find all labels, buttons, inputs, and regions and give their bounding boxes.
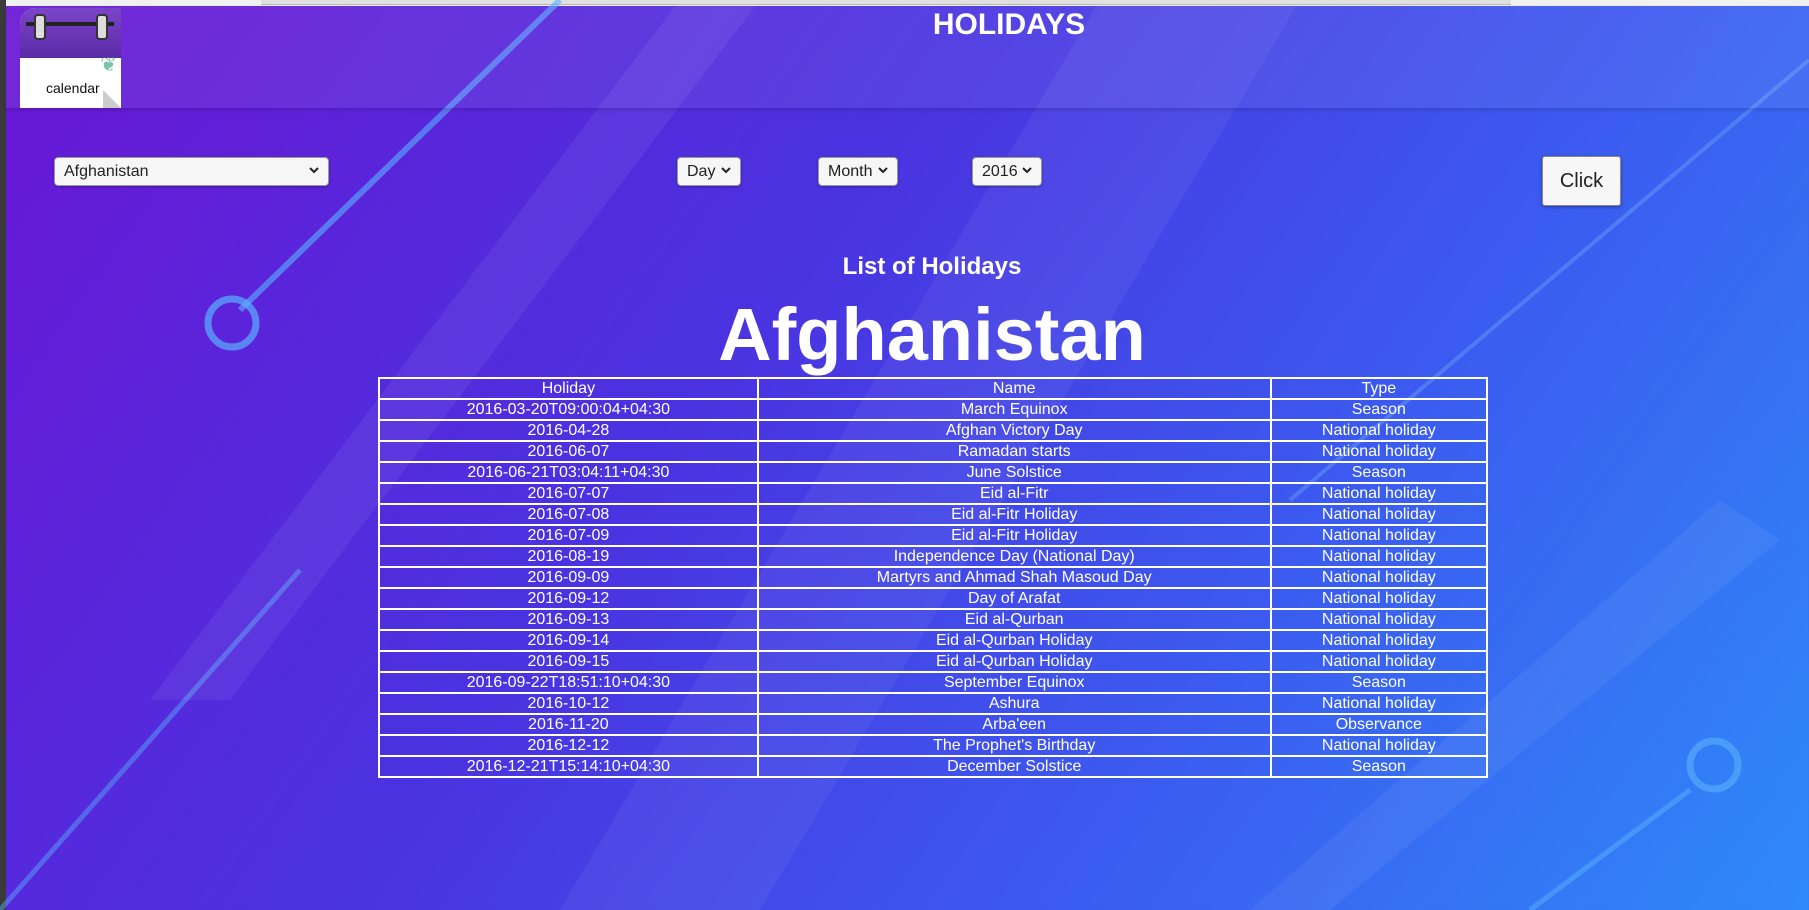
table-row: 2016-12-12 The Prophet's Birthday National… [378,734,1489,757]
holiday-date-cell: 2016-09-13 [378,608,759,631]
month-select[interactable]: Month [818,157,898,186]
holiday-type-cell: National holiday [1269,545,1489,568]
holiday-date-cell: 2016-12-12 [378,734,759,757]
holiday-name-cell: Day of Arafat [756,587,1272,610]
holiday-type-cell: National holiday [1269,566,1489,589]
holiday-type-cell: Observance [1269,713,1489,736]
holiday-date-cell: 2016-11-20 [378,713,759,736]
holiday-type-cell: Season [1269,461,1489,484]
holiday-type-cell: National holiday [1269,629,1489,652]
holiday-date-cell: 2016-09-14 [378,629,759,652]
chevron-down-icon [309,167,319,174]
holiday-type-cell: Season [1269,671,1489,694]
table-row: 2016-09-12 Day of Arafat National holiday [378,587,1489,610]
logo-page-curl [103,90,121,108]
holiday-name-cell: June Solstice [756,461,1272,484]
country-select-value: Afghanistan [64,163,149,180]
holiday-date-cell: 2016-04-28 [378,419,759,442]
holiday-name-cell: Ashura [756,692,1272,715]
table-row: 2016-06-07 Ramadan starts National holiday [378,440,1489,463]
year-select[interactable]: 2016 [972,157,1042,186]
holiday-name-cell: September Equinox [756,671,1272,694]
day-select[interactable]: Day [677,157,741,186]
table-row: 2016-11-20 Arba'een Observance [378,713,1489,736]
holiday-type-cell: Season [1269,398,1489,421]
holiday-name-cell: Arba'een [756,713,1272,736]
table-row: 2016-09-09 Martyrs and Ahmad Shah Masoud … [378,566,1489,589]
chevron-down-icon [878,167,888,174]
table-row: 2016-07-09 Eid al-Fitr Holiday National ho… [378,524,1489,547]
holiday-name-cell: Independence Day (National Day) [756,545,1272,568]
table-header-row: Holiday Name Type [378,377,1489,400]
holiday-type-cell: National holiday [1269,503,1489,526]
chevron-down-icon [721,167,731,174]
holiday-date-cell: 2016-09-15 [378,650,759,673]
country-heading: Afghanistan [718,293,1146,376]
holiday-date-cell: 2016-03-20T09:00:04+04:30 [378,398,759,421]
holiday-type-cell: National holiday [1269,608,1489,631]
holiday-date-cell: 2016-10-12 [378,692,759,715]
palm-leaf-icon: ❦ [100,54,117,76]
year-select-value: 2016 [982,163,1018,180]
holiday-name-cell: Ramadan starts [756,440,1272,463]
holiday-name-cell: December Solstice [756,755,1272,778]
holiday-type-cell: National holiday [1269,587,1489,610]
holiday-date-cell: 2016-07-08 [378,503,759,526]
holiday-name-cell: Afghan Victory Day [756,419,1272,442]
day-select-value: Day [687,163,716,180]
column-header-holiday[interactable]: Holiday [378,377,759,400]
holiday-date-cell: 2016-12-21T15:14:10+04:30 [378,755,759,778]
country-select[interactable]: Afghanistan [54,157,329,186]
table-row: 2016-09-15 Eid al-Qurban Holiday National … [378,650,1489,673]
table-row: 2016-12-21T15:14:10+04:30 December Solsti… [378,755,1489,778]
holiday-date-cell: 2016-09-09 [378,566,759,589]
holiday-date-cell: 2016-07-07 [378,482,759,505]
month-select-value: Month [828,163,873,180]
holiday-name-cell: Martyrs and Ahmad Shah Masoud Day [756,566,1272,589]
holiday-name-cell: Eid al-Qurban Holiday [756,629,1272,652]
holiday-name-cell: Eid al-Qurban Holiday [756,650,1272,673]
scrollbar-top[interactable] [261,0,1511,5]
holiday-date-cell: 2016-06-07 [378,440,759,463]
holiday-name-cell: March Equinox [756,398,1272,421]
holidays-table: Holiday Name Type 2016-03-20T09:00:04+04… [378,377,1489,778]
holiday-name-cell: Eid al-Fitr Holiday [756,503,1272,526]
holiday-type-cell: National holiday [1269,482,1489,505]
holiday-type-cell: National holiday [1269,524,1489,547]
holiday-date-cell: 2016-08-19 [378,545,759,568]
table-row: 2016-09-22T18:51:10+04:30 September Equin… [378,671,1489,694]
table-row: 2016-07-07 Eid al-Fitr National holiday [378,482,1489,505]
page-title: HOLIDAYS [932,8,1086,41]
holiday-name-cell: Eid al-Fitr Holiday [756,524,1272,547]
holiday-name-cell: Eid al-Fitr [756,482,1272,505]
table-row: 2016-03-20T09:00:04+04:30 March Equinox Se… [378,398,1489,421]
holiday-type-cell: National holiday [1269,650,1489,673]
holiday-date-cell: 2016-09-22T18:51:10+04:30 [378,671,759,694]
list-subtitle: List of Holidays [842,253,1022,280]
holiday-date-cell: 2016-06-21T03:04:11+04:30 [378,461,759,484]
table-row: 2016-07-08 Eid al-Fitr Holiday National ho… [378,503,1489,526]
table-row: 2016-09-14 Eid al-Qurban Holiday National … [378,629,1489,652]
holiday-date-cell: 2016-07-09 [378,524,759,547]
holiday-date-cell: 2016-09-12 [378,587,759,610]
table-row: 2016-06-21T03:04:11+04:30 June Solstice Se… [378,461,1489,484]
table-row: 2016-04-28 Afghan Victory Day National hol… [378,419,1489,442]
holiday-type-cell: National holiday [1269,440,1489,463]
holiday-name-cell: Eid al-Qurban [756,608,1272,631]
column-header-name[interactable]: Name [756,377,1272,400]
holiday-type-cell: National holiday [1269,419,1489,442]
holiday-type-cell: Season [1269,755,1489,778]
logo-text-calendar: calendar [46,80,100,96]
table-row: 2016-09-13 Eid al-Qurban National holiday [378,608,1489,631]
click-button[interactable]: Click [1542,156,1621,206]
holiday-type-cell: National holiday [1269,692,1489,715]
holiday-name-cell: The Prophet's Birthday [756,734,1272,757]
holiday-type-cell: National holiday [1269,734,1489,757]
logo-text-holiday: Holiday [28,56,96,80]
table-row: 2016-10-12 Ashura National holiday [378,692,1489,715]
table-row: 2016-08-19 Independence Day (National Day… [378,545,1489,568]
chevron-down-icon [1022,167,1032,174]
window-edge-left [0,0,6,910]
column-header-type[interactable]: Type [1269,377,1489,400]
